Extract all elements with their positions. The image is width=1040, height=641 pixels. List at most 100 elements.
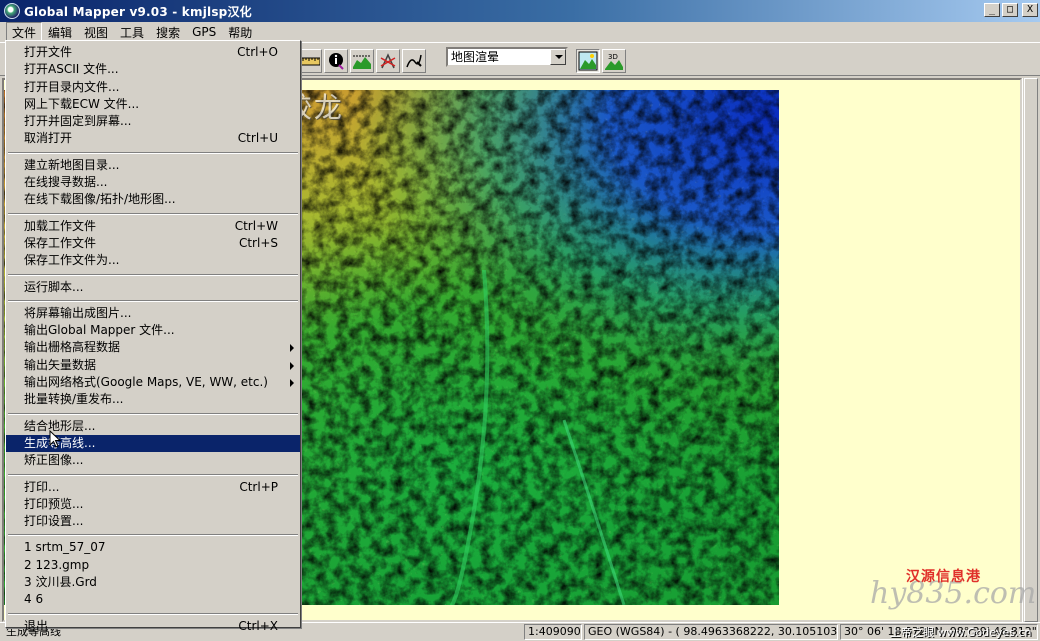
file-menu-item[interactable]: 输出Global Mapper 文件... <box>6 322 300 339</box>
file-menu-item[interactable]: 在线下载图像/拓扑/地形图... <box>6 191 300 208</box>
file-menu-item[interactable]: 打印设置... <box>6 513 300 530</box>
menu-separator <box>6 296 300 305</box>
menu-item-label: 网上下载ECW 文件... <box>24 96 140 111</box>
file-menu-item[interactable]: 1 srtm_57_07 <box>6 539 300 556</box>
file-menu-item[interactable]: 输出网络格式(Google Maps, VE, WW, etc.) <box>6 374 300 391</box>
menu-separator <box>6 470 300 479</box>
window-title: Global Mapper v9.03 - kmjlsp汉化 <box>24 4 252 19</box>
render-mode-select[interactable]: 地图渲晕 <box>446 47 568 67</box>
path-profile-icon[interactable] <box>350 49 374 73</box>
global-mapper-window: Global Mapper v9.03 - kmjlsp汉化 _ □ X 文件 … <box>0 0 1040 641</box>
menu-item-label: 运行脚本... <box>24 279 84 294</box>
file-menu-item[interactable]: 加载工作文件 Ctrl+W <box>6 218 300 235</box>
menu-bar: 文件 编辑 视图 工具 搜索 GPS 帮助 <box>0 21 1040 43</box>
file-menu-item[interactable]: 输出栅格高程数据 <box>6 339 300 356</box>
file-menu-item[interactable]: 在线搜寻数据... <box>6 174 300 191</box>
menu-item-label: 加载工作文件 <box>24 218 97 233</box>
menu-item-label: 4 6 <box>24 592 44 607</box>
menu-separator <box>6 609 300 618</box>
menu-item-shortcut: Ctrl+U <box>237 131 278 146</box>
file-menu-item[interactable]: 运行脚本... <box>6 279 300 296</box>
menu-gps[interactable]: GPS <box>186 23 222 41</box>
file-menu-item[interactable]: 矫正图像... <box>6 452 300 469</box>
menu-item-label: 打印预览... <box>24 496 84 511</box>
submenu-arrow-icon <box>290 379 294 388</box>
info-icon[interactable] <box>324 49 348 73</box>
site-watermark: 上帝之眼 www.Godeyes.cn <box>890 626 1032 639</box>
file-menu-item[interactable]: 3 汶川县.Grd <box>6 574 300 591</box>
render-mode-value: 地图渲晕 <box>451 50 500 64</box>
mouse-cursor-icon <box>49 430 61 448</box>
status-coords: GEO (WGS84) - ( 98.4963368222, 30.105103… <box>584 624 838 640</box>
file-menu-item[interactable]: 将屏幕输出成图片... <box>6 305 300 322</box>
file-menu-item[interactable]: 打开文件 Ctrl+O <box>6 44 300 61</box>
close-button[interactable]: X <box>1022 3 1038 17</box>
minimize-button[interactable]: _ <box>984 3 1000 17</box>
file-menu-item[interactable]: 建立新地图目录... <box>6 157 300 174</box>
file-menu-item[interactable]: 4 6 <box>6 591 300 608</box>
file-menu-item[interactable]: 取消打开 Ctrl+U <box>6 130 300 147</box>
submenu-arrow-icon <box>290 361 294 370</box>
vertical-scrollbar[interactable] <box>1022 78 1038 622</box>
menu-item-label: 打开目录内文件... <box>24 79 120 94</box>
digitizer-icon[interactable] <box>402 49 426 73</box>
file-menu-item[interactable]: 2 123.gmp <box>6 557 300 574</box>
file-menu-item[interactable]: 保存工作文件 Ctrl+S <box>6 235 300 252</box>
file-menu-item[interactable]: 网上下载ECW 文件... <box>6 96 300 113</box>
menu-item-label: 输出栅格高程数据 <box>24 340 121 355</box>
file-menu-item[interactable]: 打开目录内文件... <box>6 79 300 96</box>
title-bar[interactable]: Global Mapper v9.03 - kmjlsp汉化 _ □ X <box>0 0 1040 22</box>
file-menu-item[interactable]: 退出 Ctrl+X <box>6 618 300 635</box>
file-menu-item[interactable]: 打印预览... <box>6 496 300 513</box>
menu-item-shortcut: Ctrl+W <box>234 218 278 233</box>
menu-item-label: 1 srtm_57_07 <box>24 540 106 555</box>
menu-item-label: 退出 <box>24 618 49 633</box>
menu-item-label: 在线下载图像/拓扑/地形图... <box>24 192 176 207</box>
scrollbar-thumb[interactable] <box>1024 78 1038 622</box>
file-menu-item[interactable]: 批量转换/重发布... <box>6 391 300 408</box>
menu-separator <box>6 530 300 539</box>
file-menu-item[interactable]: 输出矢量数据 <box>6 357 300 374</box>
line-of-sight-icon[interactable] <box>376 49 400 73</box>
3d-label: 3D <box>608 53 618 61</box>
shader-icon[interactable] <box>576 49 600 73</box>
menu-item-label: 输出网络格式(Google Maps, VE, WW, etc.) <box>24 375 268 390</box>
menu-item-label: 保存工作文件 <box>24 235 97 250</box>
menu-item-shortcut: Ctrl+O <box>237 45 278 59</box>
menu-item-label: 打印... <box>24 479 60 494</box>
menu-separator <box>6 209 300 218</box>
menu-separator <box>6 148 300 157</box>
menu-item-shortcut: Ctrl+X <box>238 618 278 633</box>
file-menu-item[interactable]: 打开并固定到屏幕... <box>6 113 300 130</box>
menu-item-label: 将屏幕输出成图片... <box>24 305 132 320</box>
watermark-logo-cn: 汉源信息港 <box>906 569 981 585</box>
menu-item-label: 在线搜寻数据... <box>24 175 108 190</box>
menu-separator <box>6 409 300 418</box>
file-menu-item[interactable]: 保存工作文件为... <box>6 252 300 269</box>
menu-item-shortcut: Ctrl+S <box>238 235 278 250</box>
dropdown-arrow-icon[interactable] <box>550 49 566 65</box>
submenu-arrow-icon <box>290 344 294 353</box>
app-globe-icon <box>4 3 20 19</box>
3d-view-icon[interactable]: 3D <box>602 49 626 73</box>
menu-item-label: 批量转换/重发布... <box>24 392 124 407</box>
menu-separator <box>6 270 300 279</box>
file-menu-item[interactable]: 打印... Ctrl+P <box>6 479 300 496</box>
menu-item-label: 建立新地图目录... <box>24 157 120 172</box>
maximize-button[interactable]: □ <box>1002 3 1018 17</box>
menu-item-label: 矫正图像... <box>24 453 84 468</box>
file-menu-item[interactable]: 打开ASCII 文件... <box>6 61 300 78</box>
ruler-icon[interactable] <box>298 49 322 73</box>
menu-item-label: 3 汶川县.Grd <box>24 575 97 590</box>
menu-item-label: 打开并固定到屏幕... <box>24 114 132 129</box>
menu-item-shortcut: Ctrl+P <box>239 479 278 494</box>
menu-item-label: 打开文件 <box>24 45 73 59</box>
menu-item-label: 保存工作文件为... <box>24 253 120 268</box>
file-menu-dropdown: 打开文件 Ctrl+O 打开ASCII 文件... 打开目录内文件... 网上下载ECW… <box>5 40 301 633</box>
menu-item-label: 输出Global Mapper 文件... <box>24 323 175 338</box>
menu-item-label: 输出矢量数据 <box>24 357 97 372</box>
menu-item-label: 取消打开 <box>24 131 73 146</box>
menu-item-label: 打印设置... <box>24 514 84 529</box>
window-controls: _ □ X <box>984 3 1038 17</box>
menu-item-label: 打开ASCII 文件... <box>24 62 119 77</box>
